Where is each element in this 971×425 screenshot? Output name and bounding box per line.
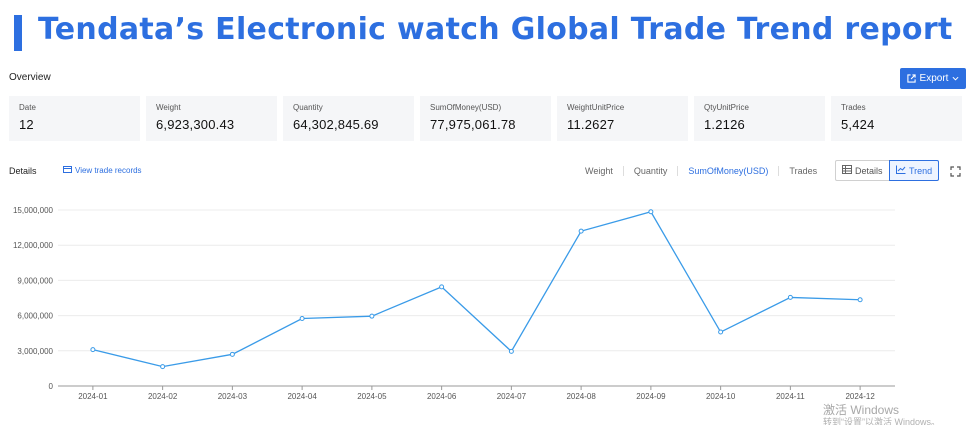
stat-value: 11.2627 — [567, 117, 615, 132]
x-tick-label: 2024-03 — [218, 392, 248, 401]
data-point[interactable] — [578, 228, 584, 234]
x-tick-label: 2024-09 — [636, 392, 666, 401]
y-tick-label: 6,000,000 — [17, 312, 53, 321]
x-tick-label: 2024-10 — [706, 392, 736, 401]
stat-value: 64,302,845.69 — [293, 117, 379, 132]
details-view-button[interactable]: Details — [835, 160, 890, 181]
tab-divider — [778, 166, 780, 176]
table-icon — [842, 165, 852, 176]
x-tick-label: 2024-11 — [776, 392, 805, 401]
title-accent-bar — [14, 15, 22, 51]
y-tick-label: 15,000,000 — [13, 206, 54, 215]
stat-card-weight: Weight 6,923,300.43 — [146, 96, 277, 141]
y-tick-label: 3,000,000 — [17, 347, 53, 356]
y-tick-label: 0 — [49, 382, 54, 391]
stat-value: 1.2126 — [704, 117, 745, 132]
data-point[interactable] — [648, 209, 654, 215]
chevron-down-icon — [952, 76, 959, 81]
tab-divider — [677, 166, 679, 176]
stat-value: 12 — [19, 117, 34, 132]
trend-view-button[interactable]: Trend — [889, 160, 939, 181]
export-button[interactable]: Export — [900, 68, 966, 89]
stat-label: Quantity — [293, 103, 323, 112]
tab-sum-of-money[interactable]: SumOfMoney(USD) — [688, 166, 768, 176]
export-label: Export — [919, 73, 949, 84]
data-point[interactable] — [299, 316, 305, 322]
data-point[interactable] — [160, 364, 166, 370]
y-tick-label: 9,000,000 — [17, 276, 53, 285]
details-view-label: Details — [855, 165, 883, 176]
x-tick-label: 2024-06 — [427, 392, 457, 401]
metric-tabs: Weight Quantity SumOfMoney(USD) Trades — [585, 166, 817, 176]
details-heading: Details — [9, 166, 37, 176]
y-tick-label: 12,000,000 — [13, 241, 54, 250]
stat-label: QtyUnitPrice — [704, 103, 749, 112]
trend-view-label: Trend — [909, 165, 933, 176]
stat-card-weight-unit-price: WeightUnitPrice 11.2627 — [557, 96, 688, 141]
tab-weight[interactable]: Weight — [585, 166, 613, 176]
trend-chart: 0 3,000,000 6,000,000 9,000,000 12,000,000 15… — [13, 206, 895, 401]
data-point[interactable] — [787, 294, 793, 300]
stat-value: 6,923,300.43 — [156, 117, 235, 132]
stat-label: Weight — [156, 103, 181, 112]
view-trade-records-label: View trade records — [75, 166, 142, 175]
tab-trades[interactable]: Trades — [789, 166, 817, 176]
overview-stats: Date 12 Weight 6,923,300.43 Quantity 64,… — [9, 96, 962, 141]
data-point[interactable] — [439, 284, 445, 290]
stat-label: WeightUnitPrice — [567, 103, 625, 112]
data-point[interactable] — [90, 347, 96, 353]
page-title: Tendata’s Electronic watch Global Trade … — [38, 12, 953, 47]
data-point[interactable] — [369, 313, 375, 319]
stat-label: Date — [19, 103, 36, 112]
x-tick-label: 2024-07 — [497, 392, 527, 401]
stat-card-sum-of-money: SumOfMoney(USD) 77,975,061.78 — [420, 96, 551, 141]
tab-quantity[interactable]: Quantity — [634, 166, 668, 176]
data-point[interactable] — [857, 297, 863, 303]
x-tick-label: 2024-05 — [357, 392, 387, 401]
x-tick-label: 2024-01 — [78, 392, 108, 401]
stat-card-qty-unit-price: QtyUnitPrice 1.2126 — [694, 96, 825, 141]
stat-label: Trades — [841, 103, 866, 112]
x-tick-label: 2024-12 — [845, 392, 875, 401]
stat-card-quantity: Quantity 64,302,845.69 — [283, 96, 414, 141]
tab-divider — [622, 166, 624, 176]
data-point[interactable] — [229, 351, 235, 357]
fullscreen-icon[interactable] — [950, 164, 961, 182]
stat-card-date: Date 12 — [9, 96, 140, 141]
data-point[interactable] — [718, 329, 724, 335]
series-line — [92, 210, 861, 368]
activation-watermark-subtitle: 转到“设置”以激活 Windows。 — [823, 417, 941, 425]
view-toggle: Details Trend — [835, 160, 939, 181]
overview-heading: Overview — [9, 72, 51, 83]
x-tick-label: 2024-04 — [287, 392, 317, 401]
stat-value: 77,975,061.78 — [430, 117, 516, 132]
stat-label: SumOfMoney(USD) — [430, 103, 502, 112]
x-tick-label: 2024-02 — [148, 392, 178, 401]
x-tick-label: 2024-08 — [566, 392, 596, 401]
export-icon — [906, 74, 916, 83]
view-trade-records-link[interactable]: View trade records — [63, 166, 142, 175]
line-chart-icon — [896, 165, 906, 176]
data-point[interactable] — [508, 348, 514, 354]
stat-value: 5,424 — [841, 117, 875, 132]
stat-card-trades: Trades 5,424 — [831, 96, 962, 141]
records-icon — [63, 166, 72, 175]
